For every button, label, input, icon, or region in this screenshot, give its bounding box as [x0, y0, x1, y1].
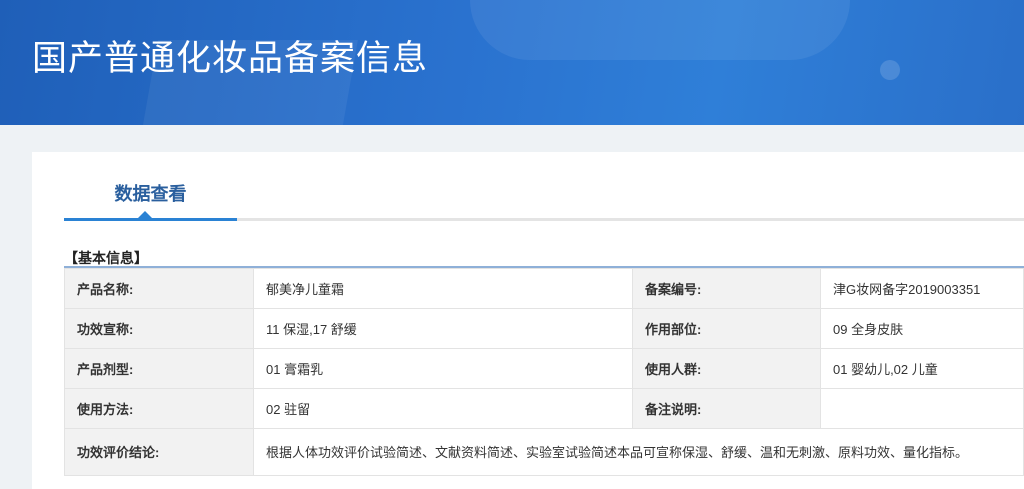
field-value: 01 婴幼儿,02 儿童 [820, 348, 1024, 389]
field-label: 使用方法: [64, 388, 254, 429]
field-label: 作用部位: [632, 308, 821, 349]
tab-data-view[interactable]: 数据查看 [64, 180, 237, 206]
page-header: 国产普通化妆品备案信息 [0, 0, 1024, 125]
field-label: 使用人群: [632, 348, 821, 389]
info-table: 产品名称: 郁美净儿童霜 备案编号: 津G妆网备字2019003351 功效宣称… [64, 268, 1024, 476]
field-label: 产品剂型: [64, 348, 254, 389]
field-value: 郁美净儿童霜 [253, 268, 633, 309]
field-value: 11 保湿,17 舒缓 [253, 308, 633, 349]
page-title: 国产普通化妆品备案信息 [32, 39, 429, 78]
table-row: 功效宣称: 11 保湿,17 舒缓 作用部位: 09 全身皮肤 [64, 308, 1024, 349]
field-label: 功效宣称: [64, 308, 254, 349]
field-value: 09 全身皮肤 [820, 308, 1024, 349]
content-card: 数据查看 【基本信息】 产品名称: 郁美净儿童霜 备案编号: 津G妆网备字201… [32, 152, 1024, 489]
field-value: 02 驻留 [253, 388, 633, 429]
tab-active-caret-icon [138, 211, 152, 218]
tab-bar [64, 218, 1024, 221]
table-row: 产品剂型: 01 膏霜乳 使用人群: 01 婴幼儿,02 儿童 [64, 348, 1024, 389]
header-decoration [470, 0, 850, 60]
table-row: 功效评价结论: 根据人体功效评价试验简述、文献资料简述、实验室试验简述本品可宣称… [64, 428, 1024, 476]
table-row: 产品名称: 郁美净儿童霜 备案编号: 津G妆网备字2019003351 [64, 268, 1024, 309]
field-label: 产品名称: [64, 268, 254, 309]
field-label: 备注说明: [632, 388, 821, 429]
table-row: 使用方法: 02 驻留 备注说明: [64, 388, 1024, 429]
field-label: 备案编号: [632, 268, 821, 309]
field-value: 津G妆网备字2019003351 [820, 268, 1024, 309]
field-value: 根据人体功效评价试验简述、文献资料简述、实验室试验简述本品可宣称保湿、舒缓、温和… [253, 428, 1024, 476]
section-title: 【基本信息】 [64, 250, 148, 266]
tab-active-indicator [64, 218, 237, 221]
header-decoration [880, 60, 900, 80]
field-value: 01 膏霜乳 [253, 348, 633, 389]
field-label: 功效评价结论: [64, 428, 254, 476]
field-value [820, 388, 1024, 429]
